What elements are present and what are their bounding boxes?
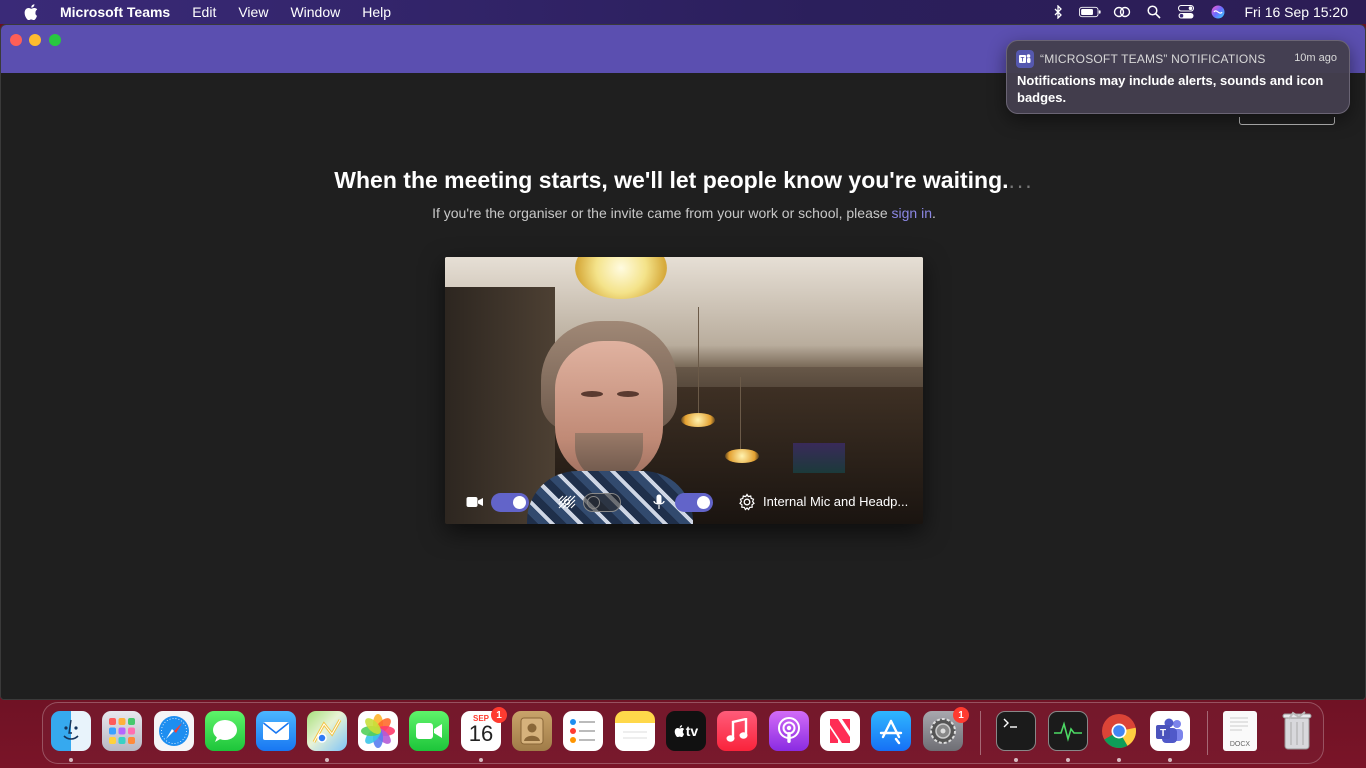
safari-icon[interactable] bbox=[154, 711, 194, 751]
menu-edit[interactable]: Edit bbox=[181, 4, 227, 20]
notes-icon[interactable] bbox=[615, 711, 655, 751]
finder-running-dot bbox=[69, 758, 73, 762]
screen-mirroring-icon[interactable] bbox=[1111, 4, 1133, 20]
system-preferences-badge: 1 bbox=[953, 707, 969, 723]
calendar-icon[interactable]: SEP 16 1 bbox=[461, 707, 507, 751]
subline-period: . bbox=[932, 205, 936, 221]
maps-running-dot bbox=[325, 758, 329, 762]
dock: SEP 16 1 tv 1 T DOCX bbox=[42, 702, 1324, 764]
calendar-badge: 1 bbox=[491, 707, 507, 723]
apple-tv-icon[interactable]: tv bbox=[666, 711, 706, 751]
menu-help[interactable]: Help bbox=[351, 4, 402, 20]
preview-cord bbox=[740, 377, 741, 452]
device-settings-icon[interactable] bbox=[737, 487, 757, 517]
window-minimize-button[interactable] bbox=[29, 34, 41, 46]
activity-monitor-icon[interactable] bbox=[1048, 711, 1088, 751]
svg-text:T: T bbox=[1021, 58, 1025, 64]
control-center-icon[interactable] bbox=[1175, 4, 1197, 20]
finder-icon[interactable] bbox=[51, 711, 91, 751]
lobby-headline: When the meeting starts, we'll let peopl… bbox=[1, 167, 1365, 194]
menu-bar: Microsoft Teams Edit View Window Help Fr… bbox=[0, 0, 1366, 24]
headline-text: When the meeting starts, we'll let peopl… bbox=[334, 167, 1009, 193]
terminal-running-dot bbox=[1014, 758, 1018, 762]
preview-pendant bbox=[681, 413, 715, 427]
partially-hidden-button[interactable] bbox=[1239, 117, 1335, 125]
waiting-dots: ... bbox=[1008, 167, 1034, 193]
apple-tv-label: tv bbox=[685, 723, 699, 739]
sign-in-link[interactable]: sign in bbox=[892, 205, 932, 221]
microphone-icon bbox=[651, 487, 667, 517]
docx-file-icon[interactable]: DOCX bbox=[1223, 711, 1257, 751]
teams-app-icon: T bbox=[1016, 50, 1034, 68]
background-effects-toggle[interactable] bbox=[583, 493, 621, 512]
device-controls: Internal Mic and Headp... bbox=[445, 487, 923, 517]
microphone-toggle[interactable] bbox=[675, 493, 713, 512]
menu-app-name[interactable]: Microsoft Teams bbox=[56, 4, 181, 20]
notification-banner[interactable]: T “MICROSOFT TEAMS” NOTIFICATIONS 10m ag… bbox=[1006, 40, 1350, 114]
apple-logo-icon[interactable] bbox=[20, 4, 42, 20]
podcasts-icon[interactable] bbox=[769, 711, 809, 751]
dock-separator bbox=[980, 711, 981, 755]
dock-separator bbox=[1207, 711, 1208, 755]
bluetooth-icon[interactable] bbox=[1047, 4, 1069, 20]
preview-pendant bbox=[725, 449, 759, 463]
news-icon[interactable] bbox=[820, 711, 860, 751]
contacts-icon[interactable] bbox=[512, 711, 552, 751]
participant-eye bbox=[581, 391, 603, 397]
menu-window[interactable]: Window bbox=[279, 4, 351, 20]
menu-view[interactable]: View bbox=[227, 4, 279, 20]
docx-file-label: DOCX bbox=[1229, 741, 1251, 748]
notification-body: Notifications may include alerts, sounds… bbox=[1017, 73, 1324, 105]
activity-monitor-running-dot bbox=[1066, 758, 1070, 762]
teams-running-dot bbox=[1168, 758, 1172, 762]
lobby-content: When the meeting starts, we'll let peopl… bbox=[1, 73, 1365, 699]
participant-eye bbox=[617, 391, 639, 397]
svg-text:T: T bbox=[1160, 728, 1166, 739]
preview-cord bbox=[698, 307, 699, 417]
menu-clock[interactable]: Fri 16 Sep 15:20 bbox=[1234, 4, 1366, 20]
maps-icon[interactable] bbox=[307, 711, 347, 751]
messages-icon[interactable] bbox=[205, 711, 245, 751]
music-icon[interactable] bbox=[717, 711, 757, 751]
siri-icon[interactable] bbox=[1207, 4, 1229, 20]
mail-icon[interactable] bbox=[256, 711, 296, 751]
background-effects-icon bbox=[557, 487, 577, 517]
facetime-icon[interactable] bbox=[409, 711, 449, 751]
reminders-icon[interactable] bbox=[563, 711, 603, 751]
camera-toggle[interactable] bbox=[491, 493, 529, 512]
calendar-day: 16 bbox=[468, 721, 494, 746]
battery-icon[interactable] bbox=[1079, 4, 1102, 20]
camera-preview: Internal Mic and Headp... bbox=[445, 257, 923, 524]
window-close-button[interactable] bbox=[10, 34, 22, 46]
camera-icon bbox=[465, 487, 485, 517]
app-store-icon[interactable] bbox=[871, 711, 911, 751]
calendar-running-dot bbox=[479, 758, 483, 762]
notification-time: 10m ago bbox=[1294, 52, 1337, 64]
chrome-icon[interactable] bbox=[1099, 711, 1139, 751]
lobby-subline: If you're the organiser or the invite ca… bbox=[1, 205, 1365, 221]
notification-app-name: “MICROSOFT TEAMS” NOTIFICATIONS bbox=[1040, 52, 1266, 66]
launchpad-icon[interactable] bbox=[102, 711, 142, 751]
chrome-running-dot bbox=[1117, 758, 1121, 762]
subline-text: If you're the organiser or the invite ca… bbox=[432, 205, 892, 221]
audio-device-label[interactable]: Internal Mic and Headp... bbox=[763, 487, 908, 517]
photos-icon[interactable] bbox=[358, 711, 398, 751]
teams-window: When the meeting starts, we'll let peopl… bbox=[0, 24, 1366, 700]
terminal-icon[interactable] bbox=[996, 711, 1036, 751]
system-preferences-icon[interactable]: 1 bbox=[923, 707, 969, 751]
preview-screen bbox=[793, 443, 845, 473]
trash-icon[interactable] bbox=[1277, 711, 1317, 751]
teams-icon[interactable]: T bbox=[1150, 711, 1190, 751]
window-maximize-button[interactable] bbox=[49, 34, 61, 46]
spotlight-search-icon[interactable] bbox=[1143, 4, 1165, 20]
